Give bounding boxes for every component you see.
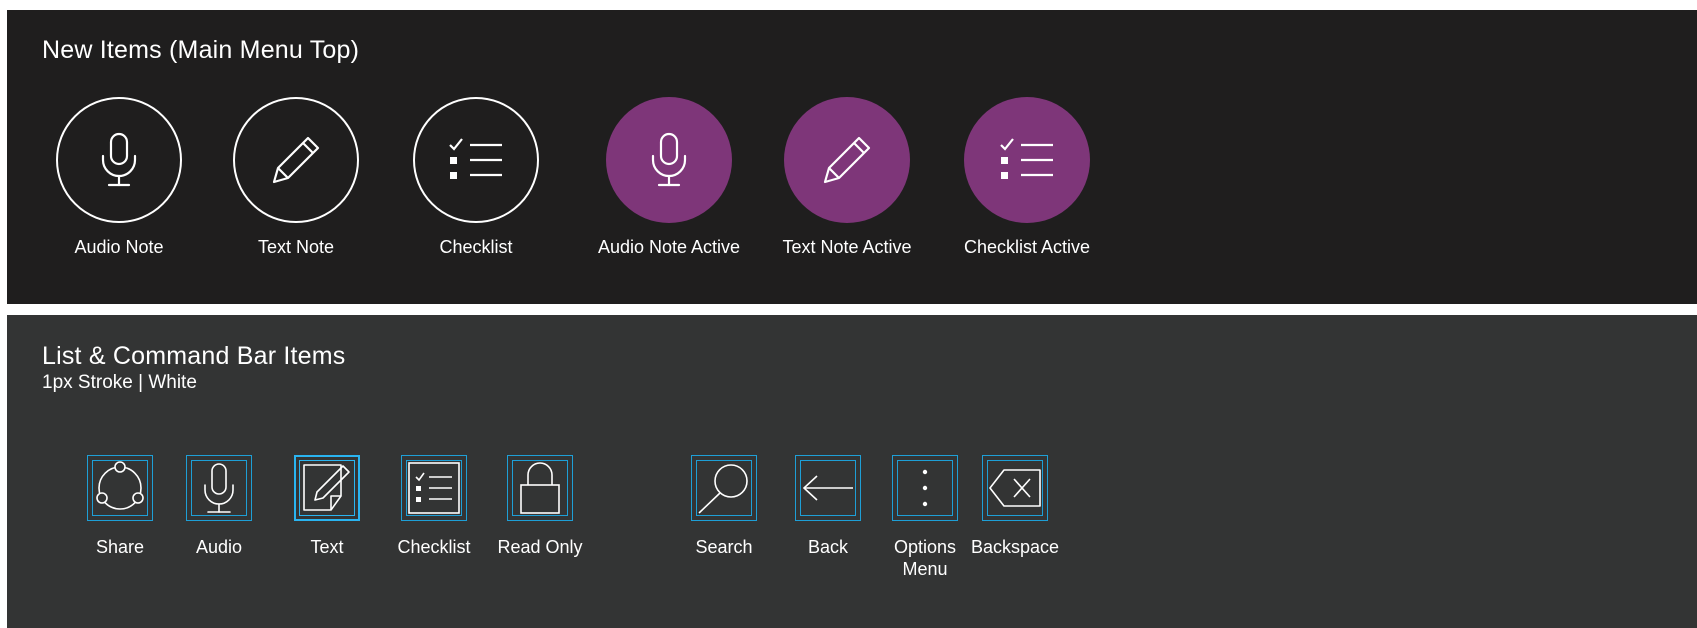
text-note-button[interactable] (233, 97, 359, 223)
checklist-active-button[interactable] (964, 97, 1090, 223)
lock-icon (520, 462, 560, 514)
text-note-item[interactable]: Text Note (196, 97, 396, 258)
microphone-icon (651, 132, 687, 187)
search-icon (698, 464, 748, 514)
checklist-icon (408, 462, 460, 514)
audio-note-active-button[interactable] (606, 97, 732, 223)
audio-note-active-label: Audio Note Active (597, 237, 741, 257)
checklist-button[interactable] (413, 97, 539, 223)
search-label: Search (695, 537, 753, 557)
text-note-active-label: Text Note Active (782, 237, 912, 257)
back-button[interactable] (795, 455, 861, 521)
share-button[interactable] (87, 455, 153, 521)
checklist-active-label: Checklist Active (963, 237, 1091, 257)
list-command-bar-panel: List & Command Bar Items 1px Stroke | Wh… (7, 315, 1697, 628)
audio-note-item[interactable]: Audio Note (19, 97, 219, 258)
text-note-active-button[interactable] (784, 97, 910, 223)
note-edit-icon (303, 464, 350, 511)
checklist-active-item[interactable]: Checklist Active (927, 97, 1127, 258)
checklist-list-button[interactable] (401, 455, 467, 521)
stroke-subtitle: 1px Stroke | White (42, 372, 197, 393)
options-menu-button[interactable] (892, 455, 958, 521)
audio-item[interactable]: Audio (169, 455, 269, 558)
back-arrow-icon (802, 475, 853, 501)
audio-button[interactable] (186, 455, 252, 521)
options-menu-label: Options Menu (893, 537, 957, 579)
share-item[interactable]: Share (70, 455, 170, 558)
text-label: Text (310, 537, 344, 557)
microphone-icon (204, 463, 234, 513)
backspace-label: Backspace (970, 537, 1060, 557)
search-button[interactable] (691, 455, 757, 521)
checklist-label: Checklist (439, 237, 513, 257)
search-item[interactable]: Search (674, 455, 774, 558)
backspace-button[interactable] (982, 455, 1048, 521)
audio-note-active-item[interactable]: Audio Note Active (569, 97, 769, 258)
read-only-item[interactable]: Read Only (490, 455, 590, 558)
checklist-list-item[interactable]: Checklist (384, 455, 484, 558)
text-button[interactable] (294, 455, 360, 521)
audio-label: Audio (195, 537, 243, 557)
options-menu-item[interactable]: Options Menu (875, 455, 975, 580)
new-items-panel: New Items (Main Menu Top) Audio Note Tex… (7, 10, 1697, 304)
checklist-list-label: Checklist (397, 537, 471, 557)
pencil-icon (823, 136, 871, 184)
backspace-item[interactable]: Backspace (965, 455, 1065, 558)
checklist-icon (449, 138, 502, 179)
new-items-title: New Items (Main Menu Top) (42, 36, 360, 64)
back-label: Back (807, 537, 849, 557)
list-command-bar-title: List & Command Bar Items (42, 342, 346, 370)
text-note-active-item[interactable]: Text Note Active (747, 97, 947, 258)
backspace-icon (989, 469, 1041, 507)
read-only-button[interactable] (507, 455, 573, 521)
microphone-icon (101, 132, 137, 187)
checklist-icon (1000, 138, 1053, 179)
read-only-label: Read Only (497, 537, 583, 557)
share-label: Share (95, 537, 145, 557)
back-item[interactable]: Back (778, 455, 878, 558)
text-item[interactable]: Text (277, 455, 377, 558)
audio-note-button[interactable] (56, 97, 182, 223)
checklist-item[interactable]: Checklist (376, 97, 576, 258)
more-vertical-icon (922, 469, 928, 507)
pencil-icon (272, 136, 320, 184)
text-note-label: Text Note (257, 237, 335, 257)
share-icon (96, 461, 144, 510)
audio-note-label: Audio Note (74, 237, 164, 257)
